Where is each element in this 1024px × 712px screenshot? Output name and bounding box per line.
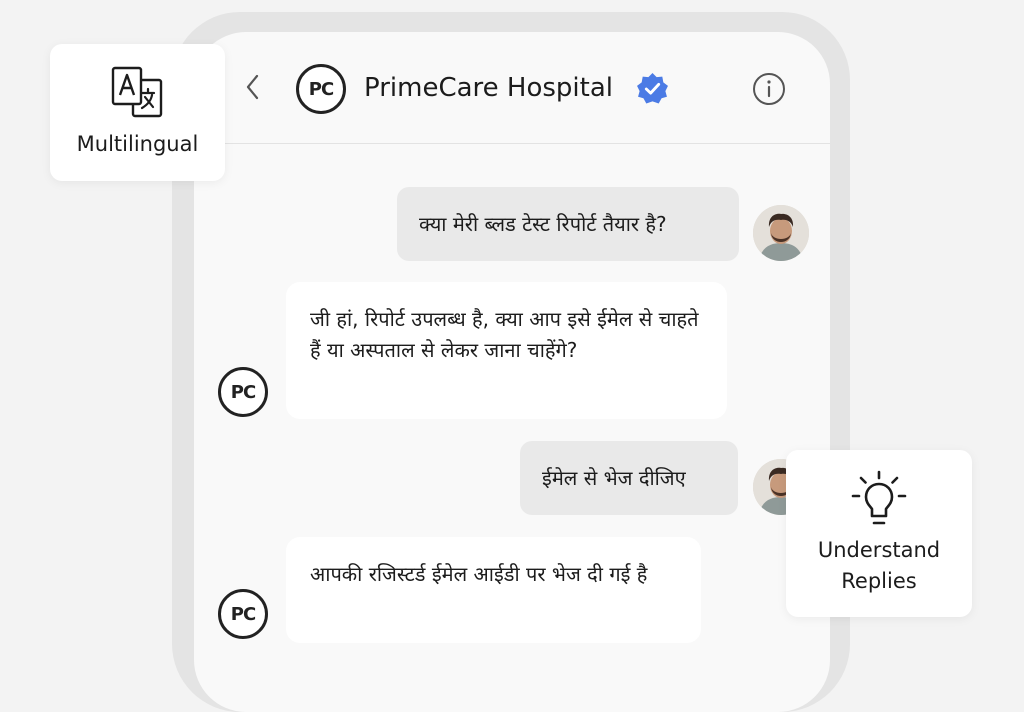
info-icon <box>753 73 785 105</box>
hospital-avatar: PC <box>296 64 346 114</box>
chat-screen: PC PrimeCare Hospital क्या मेरी ब्लड टेस… <box>194 32 830 712</box>
message-incoming: जी हां, रिपोर्ट उपलब्ध है, क्या आप इसे ई… <box>286 282 727 419</box>
hospital-avatar-initials: PC <box>230 603 256 625</box>
lightbulb-icon <box>851 470 907 525</box>
hospital-avatar-initials: PC <box>230 381 256 403</box>
multilingual-card: Multilingual <box>50 44 225 181</box>
message-text: क्या मेरी ब्लड टेस्ट रिपोर्ट तैयार है? <box>419 211 667 236</box>
verified-badge-icon <box>637 73 668 104</box>
understand-replies-card: Understand Replies <box>786 450 972 617</box>
message-incoming: आपकी रजिस्टर्ड ईमेल आईडी पर भेज दी गई है <box>286 537 701 643</box>
understand-label: Understand <box>817 538 941 562</box>
message-text: आपकी रजिस्टर्ड ईमेल आईडी पर भेज दी गई है <box>310 562 648 586</box>
message-outgoing: ईमेल से भेज दीजिए <box>520 441 738 515</box>
replies-label: Replies <box>841 569 917 593</box>
hospital-avatar: PC <box>218 367 268 417</box>
message-outgoing: क्या मेरी ब्लड टेस्ट रिपोर्ट तैयार है? <box>397 187 739 261</box>
hospital-avatar: PC <box>218 589 268 639</box>
hospital-avatar-initials: PC <box>308 78 334 100</box>
info-button[interactable] <box>750 70 788 108</box>
chevron-left-icon <box>246 74 259 100</box>
user-photo <box>753 205 809 261</box>
back-button[interactable] <box>242 73 264 101</box>
user-avatar <box>753 205 809 261</box>
message-text: जी हां, रिपोर्ट उपलब्ध है, क्या आप इसे ई… <box>310 307 699 362</box>
chat-header: PC PrimeCare Hospital <box>194 32 830 144</box>
message-text: ईमेल से भेज दीजिए <box>542 465 686 490</box>
multilingual-label: Multilingual <box>76 132 199 156</box>
chat-title: PrimeCare Hospital <box>364 73 614 103</box>
translate-icon <box>111 66 163 118</box>
